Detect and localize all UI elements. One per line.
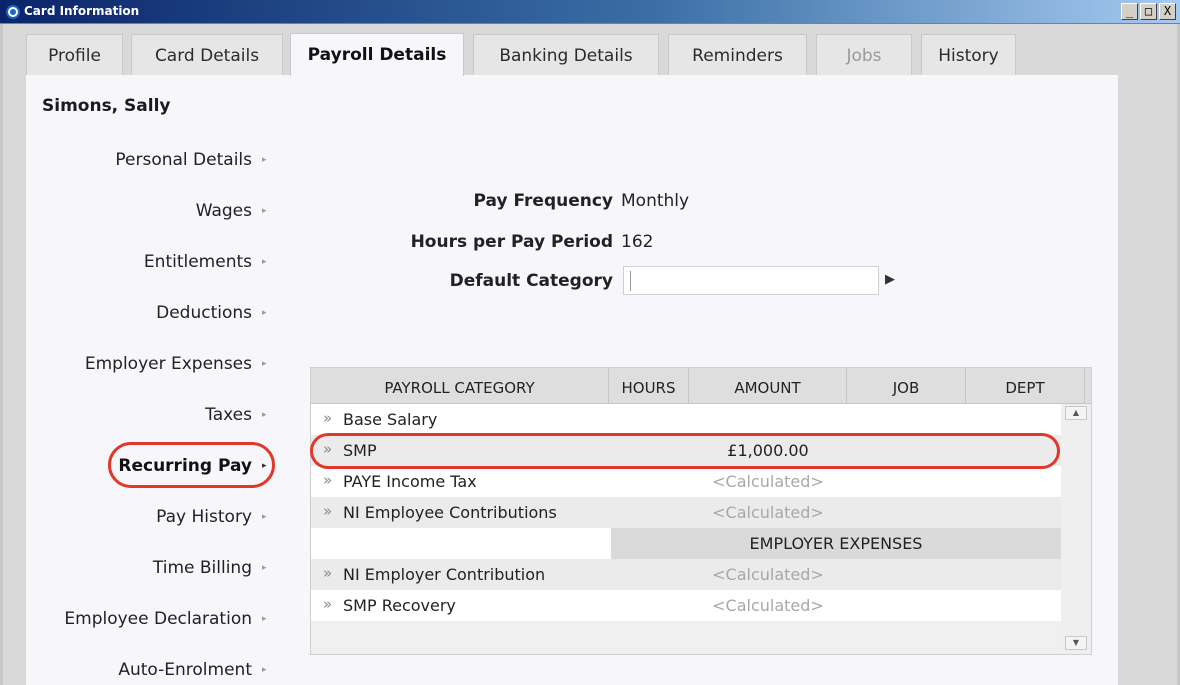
recurring-pay-highlight bbox=[108, 442, 275, 488]
row-amount: <Calculated> bbox=[712, 596, 824, 615]
sidebar-item-entitlements[interactable]: Entitlements ▸ bbox=[144, 242, 270, 282]
smp-row-highlight bbox=[310, 433, 1060, 469]
employee-name: Simons, Sally bbox=[42, 96, 171, 116]
tab-reminders[interactable]: Reminders bbox=[668, 34, 807, 75]
sidebar-item-label: Employer Expenses bbox=[84, 354, 252, 374]
sidebar-item-label: Deductions bbox=[156, 303, 252, 323]
tab-jobs: Jobs bbox=[816, 34, 912, 75]
employer-expenses-section-header: EMPLOYER EXPENSES bbox=[611, 528, 1061, 559]
row-category: Base Salary bbox=[343, 410, 438, 429]
text-caret bbox=[630, 271, 631, 291]
grid-header: PAYROLL CATEGORY HOURS AMOUNT JOB DEPT bbox=[311, 368, 1091, 404]
sidebar-item-auto-enrolment[interactable]: Auto-Enrolment ▸ bbox=[118, 650, 270, 685]
row-expand-icon[interactable]: » bbox=[323, 409, 332, 427]
row-category: SMP Recovery bbox=[343, 596, 456, 615]
payroll-category-grid: PAYROLL CATEGORY HOURS AMOUNT JOB DEPT »… bbox=[310, 367, 1092, 655]
row-category: NI Employee Contributions bbox=[343, 503, 557, 522]
table-row[interactable]: » NI Employee Contributions <Calculated> bbox=[311, 497, 1061, 528]
tab-banking-details[interactable]: Banking Details bbox=[473, 34, 659, 75]
maximize-button[interactable]: □ bbox=[1140, 3, 1157, 20]
arrow-right-icon: ▸ bbox=[262, 665, 267, 675]
column-header-payroll-category[interactable]: PAYROLL CATEGORY bbox=[311, 368, 609, 404]
column-header-amount[interactable]: AMOUNT bbox=[689, 368, 847, 404]
sidebar-item-label: Time Billing bbox=[152, 558, 252, 578]
tab-payroll-details[interactable]: Payroll Details bbox=[290, 33, 464, 76]
hours-per-pay-period-label: Hours per Pay Period bbox=[410, 232, 613, 252]
sidebar-item-label: Pay History bbox=[156, 507, 252, 527]
sidebar-item-deductions[interactable]: Deductions ▸ bbox=[156, 293, 270, 333]
row-expand-icon[interactable]: » bbox=[323, 564, 332, 582]
column-header-job[interactable]: JOB bbox=[847, 368, 966, 404]
column-header-hours[interactable]: HOURS bbox=[609, 368, 689, 404]
grid-scrollbar[interactable]: ▲ ▼ bbox=[1061, 404, 1091, 654]
sidebar-item-personal-details[interactable]: Personal Details ▸ bbox=[115, 140, 270, 180]
sidebar-item-employer-expenses[interactable]: Employer Expenses ▸ bbox=[85, 344, 270, 384]
scroll-up-icon[interactable]: ▲ bbox=[1065, 406, 1087, 420]
close-button[interactable]: X bbox=[1159, 3, 1176, 20]
sidebar-item-label: Employee Declaration bbox=[64, 609, 252, 629]
row-expand-icon[interactable]: » bbox=[323, 595, 332, 613]
arrow-right-icon: ▸ bbox=[262, 308, 267, 318]
row-category: PAYE Income Tax bbox=[343, 472, 477, 491]
sidebar-item-employee-declaration[interactable]: Employee Declaration ▸ bbox=[64, 599, 270, 639]
window-title-bar[interactable]: Card Information _ □ X bbox=[0, 0, 1180, 24]
window-controls: _ □ X bbox=[1121, 3, 1176, 20]
table-row[interactable]: » PAYE Income Tax <Calculated> bbox=[311, 466, 1061, 497]
table-row[interactable]: » NI Employer Contribution <Calculated> bbox=[311, 559, 1061, 590]
pay-frequency-label: Pay Frequency bbox=[473, 191, 613, 211]
sidebar-item-label: Wages bbox=[195, 201, 252, 221]
row-amount: <Calculated> bbox=[712, 503, 824, 522]
sidebar-item-pay-history[interactable]: Pay History ▸ bbox=[156, 497, 270, 537]
minimize-button[interactable]: _ bbox=[1121, 3, 1138, 20]
row-amount: <Calculated> bbox=[712, 472, 824, 491]
select-arrow-icon[interactable]: ▶ bbox=[885, 272, 895, 287]
arrow-right-icon: ▸ bbox=[262, 512, 267, 522]
window-title: Card Information bbox=[24, 4, 140, 18]
sidebar-item-label: Personal Details bbox=[115, 150, 252, 170]
tab-profile[interactable]: Profile bbox=[26, 34, 123, 75]
arrow-right-icon: ▸ bbox=[262, 614, 267, 624]
arrow-right-icon: ▸ bbox=[262, 206, 267, 216]
pay-frequency-value: Monthly bbox=[621, 191, 690, 211]
table-row[interactable]: » Base Salary bbox=[311, 404, 1061, 435]
row-expand-icon[interactable]: » bbox=[323, 471, 332, 489]
tab-card-details[interactable]: Card Details bbox=[131, 34, 283, 75]
default-category-label: Default Category bbox=[449, 271, 613, 291]
arrow-right-icon: ▸ bbox=[262, 410, 267, 420]
app-icon bbox=[6, 5, 20, 19]
sidebar-item-taxes[interactable]: Taxes ▸ bbox=[205, 395, 270, 435]
sidebar-item-label: Taxes bbox=[205, 405, 252, 425]
arrow-right-icon: ▸ bbox=[262, 257, 267, 267]
section-spacer bbox=[311, 528, 611, 559]
row-category: NI Employer Contribution bbox=[343, 565, 546, 584]
column-header-dept[interactable]: DEPT bbox=[966, 368, 1085, 404]
sidebar-item-time-billing[interactable]: Time Billing ▸ bbox=[153, 548, 270, 588]
row-expand-icon[interactable]: » bbox=[323, 502, 332, 520]
row-amount: <Calculated> bbox=[712, 565, 824, 584]
hours-per-pay-period-value: 162 bbox=[621, 232, 654, 252]
arrow-right-icon: ▸ bbox=[262, 359, 267, 369]
scroll-down-icon[interactable]: ▼ bbox=[1065, 636, 1087, 650]
default-category-input[interactable] bbox=[623, 266, 879, 295]
arrow-right-icon: ▸ bbox=[262, 155, 267, 165]
sidebar-item-wages[interactable]: Wages ▸ bbox=[196, 191, 270, 231]
tab-history[interactable]: History bbox=[921, 34, 1016, 75]
sidebar-item-label: Entitlements bbox=[143, 252, 252, 272]
sidebar-item-label: Auto-Enrolment bbox=[118, 660, 252, 680]
table-row[interactable]: » SMP Recovery <Calculated> bbox=[311, 590, 1061, 621]
arrow-right-icon: ▸ bbox=[262, 563, 267, 573]
